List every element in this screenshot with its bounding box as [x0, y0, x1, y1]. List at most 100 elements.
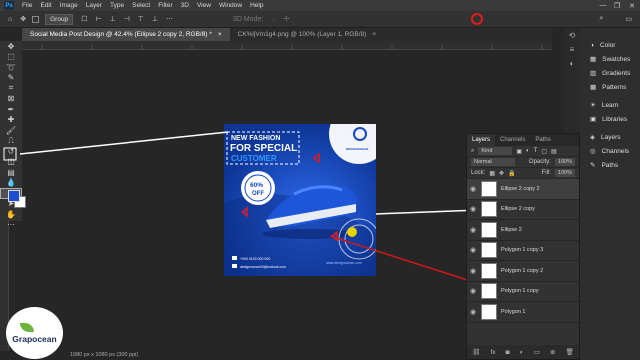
dock-label: Color [599, 41, 616, 49]
filter-type-icon[interactable]: T [534, 148, 538, 154]
layer-name: Polygon 1 copy 3 [501, 247, 544, 254]
learn-icon: ☀ [590, 102, 596, 109]
lock-row: Lock: ▦ ✥ 🔒 Fill: 100% [467, 168, 579, 179]
eye-icon[interactable]: ◉ [467, 308, 479, 316]
filter-adjustment-icon[interactable]: ◐ [526, 148, 530, 154]
lock-all-icon[interactable]: 🔒 [508, 170, 515, 177]
layer-name: Polygon 1 [501, 308, 526, 315]
filter-shape-icon[interactable]: ▢ [541, 148, 547, 155]
opacity-label: Opacity: [528, 159, 551, 165]
layer-thumbnail [481, 283, 497, 300]
layers-icon: ◈ [590, 134, 595, 141]
annotation-box-type-tool [3, 147, 17, 161]
new-layer-icon[interactable]: ⊕ [550, 348, 555, 356]
dock-layers[interactable]: ◈ Layers [580, 130, 640, 144]
dock-label: Channels [601, 147, 630, 155]
layer-thumbnail [481, 221, 497, 238]
dock-label: Paths [601, 161, 619, 169]
layer-row[interactable]: ◉ Ellipse 2 [467, 220, 579, 241]
layer-name: Polygon 1 copy [501, 288, 539, 295]
dock-patterns[interactable]: ▩ Patterns [580, 80, 640, 94]
layers-panel-tabs: Layers Channels Paths [467, 134, 579, 146]
search-icon: ⌕ [471, 147, 475, 154]
dock-label: Libraries [602, 115, 628, 123]
watermark-text: Grapocean [12, 333, 57, 344]
properties-panel-icon[interactable]: ≡ [564, 42, 580, 56]
lock-position-icon[interactable]: ✥ [499, 170, 504, 177]
eye-icon[interactable]: ◉ [467, 246, 479, 254]
lock-pixels-icon[interactable]: ▦ [489, 170, 495, 177]
layer-row[interactable]: ◉ Ellipse 2 copy 2 [467, 179, 579, 200]
opacity-field[interactable]: 100% [554, 158, 575, 166]
annotation-line-white-left [19, 131, 229, 155]
link-icon[interactable]: ⛓ [472, 348, 480, 356]
dock-channels[interactable]: ◎ Channels [580, 144, 640, 158]
layer-row[interactable]: ◉ Ellipse 2 copy [467, 200, 579, 220]
fill-label: Fill: [541, 170, 551, 176]
color-icon: ◑ [590, 41, 594, 49]
layer-row[interactable]: ◉ Polygon 1 [467, 302, 579, 323]
blend-mode-select[interactable]: Normal [471, 158, 515, 166]
layer-thumbnail [481, 180, 497, 197]
dock-label: Gradients [602, 69, 631, 77]
trash-icon[interactable]: 🗑 [566, 348, 574, 356]
gradients-icon: ▥ [590, 70, 597, 77]
eye-icon[interactable]: ◉ [467, 287, 479, 295]
dock-color[interactable]: ◑ Color [580, 38, 640, 52]
layer-thumbnail [481, 201, 497, 218]
dock-swatches[interactable]: ▦ Swatches [580, 52, 640, 66]
history-panel-icon[interactable]: ⟲ [564, 28, 580, 42]
eye-icon[interactable]: ◉ [467, 185, 479, 193]
layer-name: Polygon 1 copy 2 [501, 267, 544, 274]
dock-paths[interactable]: ✎ Paths [580, 158, 640, 172]
annotation-line-white-right [375, 209, 481, 215]
layer-thumbnail [481, 303, 497, 320]
mask-icon[interactable]: ◙ [506, 349, 510, 356]
layers-panel: Layers Channels Paths ⌕ Kind ▣ ◐ T ▢ ▤ N… [466, 133, 580, 360]
layer-name: Ellipse 2 [501, 226, 522, 233]
annotation-line-red [329, 235, 481, 285]
dock-label: Layers [601, 133, 621, 141]
dock-learn[interactable]: ☀ Learn [580, 98, 640, 112]
layer-filter-row: ⌕ Kind ▣ ◐ T ▢ ▤ [467, 146, 579, 157]
blend-row: Normal Opacity: 100% [467, 157, 579, 168]
tab-channels[interactable]: Channels [495, 134, 530, 146]
filter-smart-icon[interactable]: ▤ [551, 148, 557, 155]
swatches-icon: ▦ [590, 56, 597, 63]
layer-row[interactable]: ◉ Polygon 1 copy 2 [467, 261, 579, 282]
status-doc-size: 1080 px x 1080 px (300 ppi) [70, 352, 139, 358]
filter-pixel-icon[interactable]: ▣ [516, 148, 522, 155]
eye-icon[interactable]: ◉ [467, 267, 479, 275]
adjustments-panel-icon[interactable]: ◐ [564, 56, 580, 70]
tab-layers[interactable]: Layers [467, 134, 496, 146]
layer-name: Ellipse 2 copy 2 [501, 185, 540, 192]
layer-thumbnail [481, 262, 497, 279]
dock-label: Learn [601, 101, 619, 109]
tab-paths[interactable]: Paths [530, 134, 555, 146]
watermark-logo: Grapocean [6, 307, 63, 359]
layer-row[interactable]: ◉ Polygon 1 copy 3 [467, 241, 579, 261]
dock-libraries[interactable]: ▣ Libraries [580, 112, 640, 126]
dock-gradients[interactable]: ▥ Gradients [580, 66, 640, 80]
paths-icon: ✎ [590, 162, 596, 169]
leaf-icon [19, 322, 34, 332]
layers-panel-footer: ⛓ fx ◙ ◐ ▭ ⊕ 🗑 [467, 345, 579, 359]
group-icon[interactable]: ▭ [534, 348, 540, 356]
layers-list: ◉ Ellipse 2 copy 2 ◉ Ellipse 2 copy ◉ El… [467, 179, 579, 323]
dock-label: Swatches [602, 55, 631, 63]
layer-row[interactable]: ◉ Polygon 1 copy [467, 282, 579, 302]
filter-kind-select[interactable]: Kind [478, 147, 513, 155]
layer-name: Ellipse 2 copy [501, 206, 535, 213]
right-panel-dock: ◑ Color ▦ Swatches ▥ Gradients ▩ Patterns ☀ L… [580, 28, 640, 360]
libraries-icon: ▣ [590, 116, 597, 123]
dock-label: Patterns [602, 83, 627, 91]
fx-icon[interactable]: fx [490, 349, 495, 356]
layer-thumbnail [481, 242, 497, 259]
adjustment-icon[interactable]: ◐ [520, 349, 524, 356]
channels-icon: ◎ [590, 148, 596, 155]
patterns-icon: ▩ [590, 84, 597, 91]
lock-label: Lock: [471, 170, 486, 176]
eye-icon[interactable]: ◉ [467, 205, 479, 213]
fill-field[interactable]: 100% [554, 169, 575, 177]
eye-icon[interactable]: ◉ [467, 226, 479, 234]
